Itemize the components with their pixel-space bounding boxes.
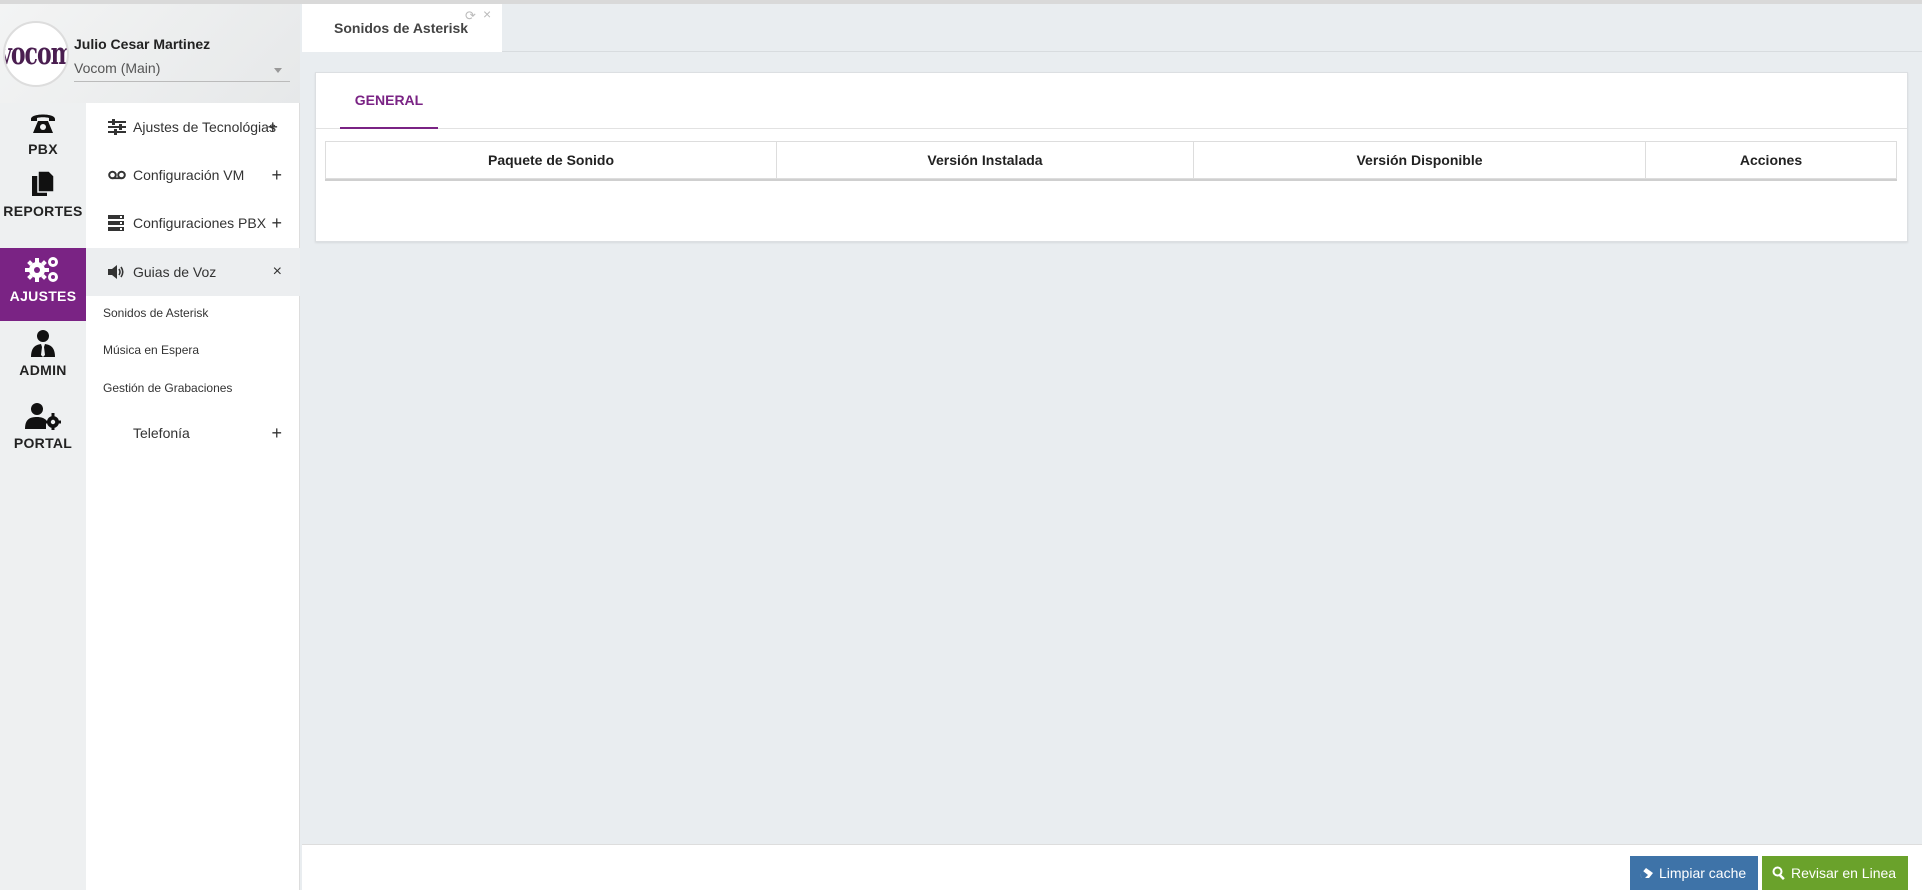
phone-icon bbox=[31, 114, 55, 133]
clear-cache-button[interactable]: Limpiar cache bbox=[1630, 856, 1758, 890]
column-header[interactable]: Paquete de Sonido bbox=[326, 142, 777, 178]
column-header[interactable]: Versión Disponible bbox=[1194, 142, 1646, 178]
expand-icon[interactable]: + bbox=[271, 423, 282, 444]
submenu-item-sonidos-asterisk[interactable]: Sonidos de Asterisk bbox=[103, 306, 208, 320]
organization-select[interactable]: Vocom (Main) bbox=[74, 60, 290, 82]
avatar[interactable]: vocom bbox=[3, 21, 69, 87]
eraser-icon bbox=[1640, 867, 1654, 879]
gears-icon bbox=[25, 257, 58, 282]
rail-item-ajustes[interactable]: AJUSTES bbox=[0, 248, 86, 321]
sliders-icon bbox=[108, 119, 126, 135]
tab-bar: Sonidos de Asterisk ⟳ × bbox=[302, 4, 1922, 52]
expand-icon[interactable]: + bbox=[267, 117, 278, 138]
documents-icon bbox=[32, 170, 55, 196]
rail-label-admin: ADMIN bbox=[19, 362, 67, 378]
check-online-label: Revisar en Linea bbox=[1791, 865, 1897, 881]
collapse-icon[interactable]: × bbox=[273, 263, 282, 281]
menu-label: Configuraciones PBX bbox=[133, 215, 267, 231]
tab-general[interactable]: GENERAL bbox=[340, 73, 438, 129]
refresh-icon[interactable]: ⟳ bbox=[465, 8, 476, 24]
column-header[interactable]: Acciones bbox=[1646, 142, 1896, 178]
submenu-item-gestion-grabaciones[interactable]: Gestión de Grabaciones bbox=[103, 381, 232, 395]
rail-item-admin[interactable]: ADMIN bbox=[0, 322, 86, 395]
clear-cache-label: Limpiar cache bbox=[1659, 865, 1747, 881]
voicemail-icon bbox=[108, 170, 126, 180]
menu-label: Telefonía bbox=[133, 425, 190, 441]
user-name: Julio Cesar Martinez bbox=[74, 36, 211, 52]
settings-menu: Ajustes de Tecnológias + Configuración V… bbox=[86, 103, 300, 890]
menu-item-telefonia[interactable]: Telefonía + bbox=[86, 409, 300, 457]
footer-bar: Limpiar cache Revisar en Linea bbox=[302, 844, 1922, 890]
tab-label: Sonidos de Asterisk bbox=[334, 20, 469, 36]
column-header[interactable]: Versión Instalada bbox=[777, 142, 1194, 178]
content-card: GENERAL Paquete de Sonido Versión Instal… bbox=[315, 72, 1908, 242]
volume-icon bbox=[108, 265, 124, 279]
tab-sonidos-asterisk[interactable]: Sonidos de Asterisk ⟳ × bbox=[302, 4, 502, 52]
menu-label: Guias de Voz bbox=[133, 264, 217, 280]
card-tabs: GENERAL bbox=[316, 73, 1907, 129]
company-logo: vocom bbox=[5, 35, 69, 73]
close-icon[interactable]: × bbox=[483, 6, 491, 22]
search-icon bbox=[1772, 866, 1786, 880]
menu-label: Configuración VM bbox=[133, 167, 245, 183]
menu-item-guias-de-voz[interactable]: Guias de Voz × bbox=[86, 248, 300, 296]
expand-icon[interactable]: + bbox=[271, 165, 282, 186]
menu-item-configuraciones-pbx[interactable]: Configuraciones PBX + bbox=[86, 199, 300, 247]
expand-icon[interactable]: + bbox=[271, 213, 282, 234]
rail-item-portal[interactable]: PORTAL bbox=[0, 395, 86, 468]
organization-value: Vocom (Main) bbox=[74, 60, 161, 76]
rail-label-pbx: PBX bbox=[28, 141, 58, 157]
caret-down-icon bbox=[274, 68, 282, 73]
server-icon bbox=[108, 215, 124, 231]
rail-label-portal: PORTAL bbox=[13, 435, 73, 451]
check-online-button[interactable]: Revisar en Linea bbox=[1762, 856, 1908, 890]
sound-packages-table: Paquete de Sonido Versión Instalada Vers… bbox=[325, 141, 1897, 179]
module-rail: PBX REPORTES AJUSTES ADMIN PORTAL bbox=[0, 103, 86, 890]
rail-item-reportes[interactable]: REPORTES bbox=[0, 163, 86, 236]
table-divider bbox=[325, 179, 1897, 181]
menu-item-configuracion-vm[interactable]: Configuración VM + bbox=[86, 151, 300, 199]
rail-label-reportes: REPORTES bbox=[3, 203, 83, 219]
rail-label-ajustes: AJUSTES bbox=[9, 288, 77, 304]
menu-label: Ajustes de Tecnológias bbox=[133, 119, 276, 135]
user-panel: vocom Julio Cesar Martinez Vocom (Main) bbox=[0, 4, 300, 103]
user-tie-icon bbox=[31, 330, 55, 357]
tab-general-label: GENERAL bbox=[354, 92, 424, 108]
submenu-item-musica-espera[interactable]: Música en Espera bbox=[103, 343, 199, 357]
user-gear-icon bbox=[25, 403, 61, 430]
menu-item-ajustes-tecnologias[interactable]: Ajustes de Tecnológias + bbox=[86, 103, 300, 151]
